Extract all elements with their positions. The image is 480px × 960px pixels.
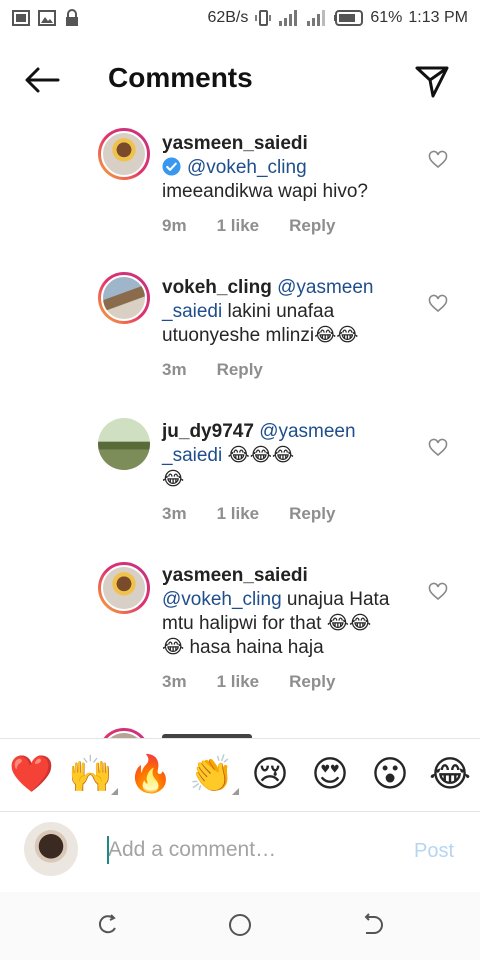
comment-text: unajua Hata <box>286 589 390 610</box>
clock: 1:13 PM <box>408 9 468 26</box>
home-icon[interactable] <box>227 912 253 938</box>
recent-apps-icon[interactable] <box>95 912 121 938</box>
comment-time: 3m <box>162 504 187 523</box>
gallery-icon <box>38 10 56 26</box>
comment-compose-bar: Post <box>0 812 480 892</box>
comment-likes[interactable]: 1 like <box>217 504 260 524</box>
mention-link-cont[interactable]: _saiedi <box>162 301 222 322</box>
reply-button[interactable]: Reply <box>289 672 335 692</box>
skin-tone-indicator-icon <box>232 788 239 795</box>
like-heart-icon[interactable] <box>428 582 448 602</box>
clapping-emoji: 👏 <box>189 754 234 795</box>
send-icon[interactable] <box>412 60 452 100</box>
net-speed: 62B/s <box>207 9 249 26</box>
comment-emojis: 😂😂😂 <box>227 445 295 466</box>
reply-button[interactable]: Reply <box>217 360 263 380</box>
comment-time: 9m <box>162 216 187 235</box>
heart-emoji-button[interactable]: ❤️ <box>9 753 54 797</box>
comment-text-cont-2: 😂 hasa haina haja <box>162 637 324 658</box>
mention-link[interactable]: @vokeh_cling <box>162 589 282 610</box>
raising-hands-emoji: 🙌 <box>68 754 113 795</box>
comment-text-cont: utuonyeshe mlinzi😂😂 <box>162 325 359 346</box>
lock-icon <box>66 9 78 26</box>
surprised-emoji-button[interactable]: 😮 <box>368 753 412 797</box>
reply-button[interactable]: Reply <box>289 504 335 524</box>
laughing-emoji-button[interactable]: 😂 <box>428 753 472 797</box>
heart-eyes-emoji-button[interactable]: 😍 <box>308 753 352 797</box>
comment-text: imeeandikwa wapi hivo? <box>162 181 368 202</box>
avatar[interactable] <box>98 562 150 614</box>
comment-likes[interactable]: 1 like <box>217 216 260 236</box>
avatar[interactable] <box>98 418 150 470</box>
status-bar: 62B/s 61% 1:13 PM <box>0 0 480 36</box>
signal-icon-2 <box>307 10 326 26</box>
page-title: Comments <box>108 62 253 93</box>
signal-icon <box>279 10 298 26</box>
header: Comments <box>0 50 480 110</box>
battery-level: 61% <box>370 9 403 26</box>
mention-link[interactable]: @vokeh_cling <box>187 157 307 178</box>
avatar[interactable] <box>98 128 150 180</box>
comment-emojis-cont: 😂 <box>162 469 185 490</box>
comment-time: 3m <box>162 360 187 379</box>
mention-link-cont[interactable]: _saiedi <box>162 445 222 466</box>
back-nav-icon[interactable] <box>360 912 386 938</box>
fire-emoji-button[interactable]: 🔥 <box>128 753 173 797</box>
like-heart-icon[interactable] <box>428 294 448 314</box>
vibrate-icon <box>255 10 272 26</box>
comment-time: 3m <box>162 672 187 691</box>
crying-emoji-button[interactable]: 😢 <box>248 753 292 797</box>
mention-link[interactable]: @yasmeen <box>277 277 373 298</box>
comment-username[interactable]: ju_dy9747 <box>162 421 254 442</box>
system-nav-bar <box>0 892 480 960</box>
clapping-emoji-button[interactable]: 👏 <box>189 753 239 797</box>
reply-button[interactable]: Reply <box>289 216 335 236</box>
skin-tone-indicator-icon <box>111 788 118 795</box>
mention-link[interactable]: @yasmeen <box>259 421 355 442</box>
like-heart-icon[interactable] <box>428 438 448 458</box>
avatar[interactable] <box>98 272 150 324</box>
like-heart-icon[interactable] <box>428 150 448 170</box>
text-caret <box>107 836 109 864</box>
comment-username[interactable]: yasmeen_saiedi <box>162 133 308 154</box>
comment-username[interactable]: yasmeen_saiedi <box>162 565 308 586</box>
comment-input[interactable] <box>108 834 388 866</box>
image-icon <box>12 10 30 26</box>
comment-text: lakini unafaa <box>227 301 335 322</box>
raising-hands-emoji-button[interactable]: 🙌 <box>68 753 118 797</box>
verified-badge-icon <box>162 157 181 176</box>
battery-icon <box>334 10 364 26</box>
post-button[interactable]: Post <box>414 840 454 863</box>
comment-username[interactable]: vokeh_cling <box>162 277 272 298</box>
my-avatar <box>24 822 78 876</box>
comment-likes[interactable]: 1 like <box>217 672 260 692</box>
comment-text-cont: mtu halipwi for that 😂😂 <box>162 613 372 634</box>
back-arrow-icon[interactable] <box>22 64 62 96</box>
emoji-quick-bar: ❤️ 🙌 🔥 👏 😢 😍 😮 😂 <box>0 738 480 812</box>
